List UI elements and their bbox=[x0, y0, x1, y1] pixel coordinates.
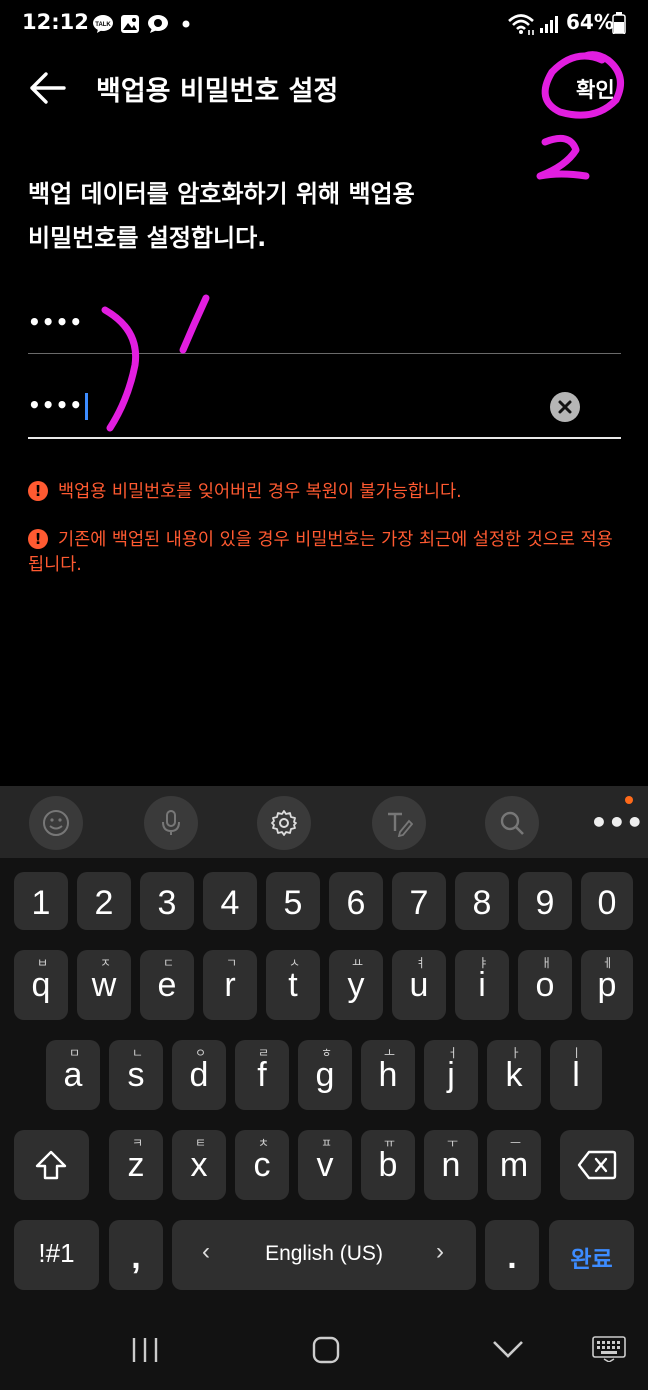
warning-message: ! 백업용 비밀번호를 잊어버린 경우 복원이 불가능합니다. bbox=[28, 480, 628, 505]
period-key[interactable]: . bbox=[485, 1220, 539, 1290]
backspace-key[interactable] bbox=[560, 1130, 634, 1200]
page-title: 백업용 비밀번호 설정 bbox=[96, 76, 339, 107]
key-u[interactable]: ㅕu bbox=[392, 950, 446, 1020]
status-time: 12:12 bbox=[22, 10, 89, 34]
keyboard: ••• 1 2 3 4 5 6 7 8 9 0 ㅂq ㅈw ㄷe ㄱr ㅅt ㅛ… bbox=[0, 786, 648, 1390]
key-0[interactable]: 0 bbox=[581, 872, 633, 930]
warning-icon: ! bbox=[28, 481, 48, 501]
notification-dot bbox=[625, 796, 633, 804]
warning-icon: ! bbox=[28, 529, 48, 549]
battery-percent: 64% bbox=[566, 10, 614, 34]
emoji-icon[interactable] bbox=[29, 796, 83, 850]
key-8[interactable]: 8 bbox=[455, 872, 509, 930]
key-r[interactable]: ㄱr bbox=[203, 950, 257, 1020]
comma-key[interactable]: , bbox=[109, 1220, 163, 1290]
key-k[interactable]: ㅏk bbox=[487, 1040, 541, 1110]
key-i[interactable]: ㅑi bbox=[455, 950, 509, 1020]
keyboard-toolbar: ••• bbox=[0, 786, 648, 858]
battery-icon bbox=[612, 12, 626, 34]
key-o[interactable]: ㅐo bbox=[518, 950, 572, 1020]
search-icon[interactable] bbox=[485, 796, 539, 850]
key-s[interactable]: ㄴs bbox=[109, 1040, 163, 1110]
key-6[interactable]: 6 bbox=[329, 872, 383, 930]
kakaotalk-icon: TALK bbox=[93, 15, 113, 33]
key-g[interactable]: ㅎg bbox=[298, 1040, 352, 1110]
key-j[interactable]: ㅓj bbox=[424, 1040, 478, 1110]
key-d[interactable]: ㅇd bbox=[172, 1040, 226, 1110]
handwriting-icon[interactable] bbox=[372, 796, 426, 850]
key-4[interactable]: 4 bbox=[203, 872, 257, 930]
back-arrow-icon[interactable] bbox=[28, 70, 68, 106]
key-a[interactable]: ㅁa bbox=[46, 1040, 100, 1110]
key-l[interactable]: ㅣl bbox=[550, 1040, 602, 1110]
home-icon[interactable] bbox=[311, 1335, 341, 1365]
key-n[interactable]: ㅜn bbox=[424, 1130, 478, 1200]
back-chevron-icon[interactable] bbox=[491, 1338, 525, 1360]
key-y[interactable]: ㅛy bbox=[329, 950, 383, 1020]
key-b[interactable]: ㅠb bbox=[361, 1130, 415, 1200]
wifi-icon bbox=[508, 14, 534, 35]
key-v[interactable]: ㅍv bbox=[298, 1130, 352, 1200]
shift-icon bbox=[35, 1150, 67, 1180]
shift-key[interactable] bbox=[14, 1130, 89, 1200]
key-5[interactable]: 5 bbox=[266, 872, 320, 930]
key-e[interactable]: ㄷe bbox=[140, 950, 194, 1020]
confirm-password-field[interactable]: •••• bbox=[28, 380, 621, 440]
key-q[interactable]: ㅂq bbox=[14, 950, 68, 1020]
recents-icon[interactable] bbox=[130, 1336, 160, 1364]
confirm-button[interactable]: 확인 bbox=[576, 74, 615, 104]
text-cursor bbox=[85, 393, 89, 420]
key-1[interactable]: 1 bbox=[14, 872, 68, 930]
gallery-icon bbox=[121, 15, 139, 33]
backspace-icon bbox=[577, 1150, 617, 1180]
description-text: 백업 데이터를 암호화하기 위해 백업용 비밀번호를 설정합니다. bbox=[28, 180, 415, 252]
field-underline-active bbox=[28, 437, 621, 439]
confirm-password-value: •••• bbox=[28, 393, 84, 417]
key-f[interactable]: ㄹf bbox=[235, 1040, 289, 1110]
key-x[interactable]: ㅌx bbox=[172, 1130, 226, 1200]
right-chevron-icon: › bbox=[436, 1238, 444, 1265]
app-header: 백업용 비밀번호 설정 확인 bbox=[0, 58, 648, 120]
password-field[interactable]: •••• bbox=[28, 300, 621, 356]
key-h[interactable]: ㅗh bbox=[361, 1040, 415, 1110]
key-w[interactable]: ㅈw bbox=[77, 950, 131, 1020]
settings-icon[interactable] bbox=[257, 796, 311, 850]
key-m[interactable]: ㅡm bbox=[487, 1130, 541, 1200]
warning-message: ! 기존에 백업된 내용이 있을 경우 비밀번호는 가장 최근에 설정한 것으로… bbox=[28, 529, 613, 575]
signal-icon bbox=[540, 16, 558, 33]
key-7[interactable]: 7 bbox=[392, 872, 446, 930]
key-p[interactable]: ㅔp bbox=[581, 950, 633, 1020]
svg-text:TALK: TALK bbox=[95, 22, 111, 28]
space-key[interactable]: ‹ English (US) › bbox=[172, 1220, 476, 1290]
key-t[interactable]: ㅅt bbox=[266, 950, 320, 1020]
microphone-icon[interactable] bbox=[144, 796, 198, 850]
password-value: •••• bbox=[28, 310, 84, 334]
navigation-bar bbox=[0, 1310, 648, 1390]
key-9[interactable]: 9 bbox=[518, 872, 572, 930]
key-c[interactable]: ㅊc bbox=[235, 1130, 289, 1200]
key-z[interactable]: ㅋz bbox=[109, 1130, 163, 1200]
clear-input-icon[interactable] bbox=[550, 392, 580, 422]
symbols-key[interactable]: !#1 bbox=[14, 1220, 99, 1290]
done-key[interactable]: 완료 bbox=[549, 1220, 634, 1290]
keyboard-switch-icon[interactable] bbox=[592, 1336, 626, 1362]
dot-icon bbox=[182, 20, 190, 28]
status-bar: 12:12 TALK 64% bbox=[0, 0, 648, 50]
chat-icon bbox=[148, 15, 168, 33]
field-divider bbox=[28, 353, 621, 354]
key-2[interactable]: 2 bbox=[77, 872, 131, 930]
key-3[interactable]: 3 bbox=[140, 872, 194, 930]
more-icon[interactable]: ••• bbox=[590, 806, 644, 839]
